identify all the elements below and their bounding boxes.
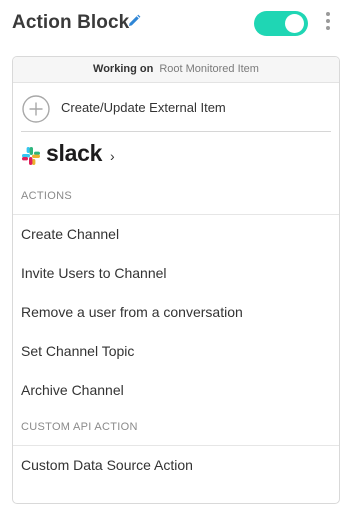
block-title: Action Block [12, 12, 130, 33]
edit-pencil-icon[interactable] [127, 14, 141, 28]
toggle-knob [285, 14, 304, 33]
slack-logo [22, 147, 40, 165]
action-set-topic[interactable]: Set Channel Topic [13, 332, 339, 371]
more-options-icon[interactable] [323, 12, 333, 34]
working-on-bar: Working on Root Monitored Item [13, 57, 339, 83]
integration-selector[interactable]: slack › [13, 131, 339, 179]
block-header: Action Block [12, 8, 342, 40]
action-archive-channel[interactable]: Archive Channel [13, 371, 339, 410]
create-update-label: Create/Update External Item [61, 100, 226, 115]
chevron-right-icon: › [110, 148, 115, 164]
action-invite-users[interactable]: Invite Users to Channel [13, 254, 339, 293]
action-create-channel[interactable]: Create Channel [13, 215, 339, 254]
working-on-label: Working on [93, 63, 154, 75]
section-header-actions: ACTIONS [13, 179, 339, 215]
enable-toggle[interactable] [254, 11, 308, 36]
action-panel: Working on Root Monitored Item Create/Upd… [12, 56, 340, 504]
plus-circle-icon [22, 95, 50, 123]
action-custom-data-source[interactable]: Custom Data Source Action [13, 446, 339, 485]
create-update-item-button[interactable]: Create/Update External Item [13, 83, 339, 132]
action-remove-user[interactable]: Remove a user from a conversation [13, 293, 339, 332]
working-on-value: Root Monitored Item [159, 63, 259, 75]
integration-name: slack [46, 140, 103, 166]
section-header-custom-api: CUSTOM API ACTION [13, 410, 339, 446]
